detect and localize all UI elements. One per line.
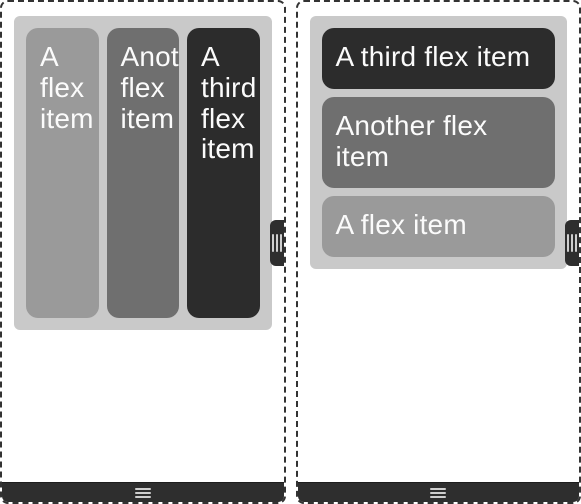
menu-icon[interactable]: [430, 488, 446, 498]
flex-container-row: A flex item Another flex item A third fl…: [14, 16, 272, 330]
flex-item: Another flex item: [107, 28, 180, 318]
device-right: A third flex item Another flex item A fl…: [296, 0, 581, 504]
screen-right: A third flex item Another flex item A fl…: [298, 2, 580, 482]
flex-item: Another flex item: [322, 97, 556, 189]
flex-item: A flex item: [322, 196, 556, 257]
device-bottombar-left: [2, 482, 284, 502]
flex-item: A flex item: [26, 28, 99, 318]
flex-item: A third flex item: [322, 28, 556, 89]
menu-icon[interactable]: [135, 488, 151, 498]
flex-container-column: A third flex item Another flex item A fl…: [310, 16, 568, 269]
grip-icon: [567, 234, 577, 252]
flex-item: A third flex item: [187, 28, 260, 318]
resize-handle-right[interactable]: [270, 220, 284, 266]
device-bottombar-right: [298, 482, 580, 502]
grip-icon: [272, 234, 282, 252]
device-left: A flex item Another flex item A third fl…: [0, 0, 286, 504]
resize-handle-right[interactable]: [565, 220, 579, 266]
screen-left: A flex item Another flex item A third fl…: [2, 2, 284, 482]
